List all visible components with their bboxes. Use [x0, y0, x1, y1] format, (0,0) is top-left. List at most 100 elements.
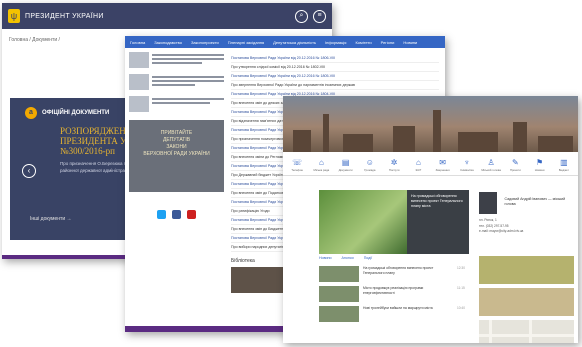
mayor-name: Садовий Андрій Іванович — міський голова: [504, 197, 566, 206]
service-label: Послуги: [388, 168, 400, 172]
tab[interactable]: Події: [364, 256, 372, 260]
menu-icon[interactable]: ≡: [313, 9, 326, 23]
service-label: Міський голова: [481, 168, 501, 172]
list-item[interactable]: Місто продовжує реалізацію програми енер…: [319, 286, 469, 302]
emblem-icon: ♆: [463, 158, 470, 167]
services-icon-row: ☏ Телефон ⌂ Міська рада ▤ Документи ☺ Громада ✲ П…: [283, 152, 578, 176]
news-title[interactable]: На громадські обговорення винесено проек…: [363, 266, 453, 275]
mayor-card: Садовий Андрій Іванович — міський голова…: [479, 192, 575, 235]
tab[interactable]: Новини: [319, 256, 332, 260]
nav-item[interactable]: Інформація: [325, 40, 346, 45]
document-icon: ▤: [341, 158, 350, 167]
list-item[interactable]: Постанова Верховної Ради України від 20.…: [231, 72, 439, 81]
site-header: ψ ПРЕЗИДЕНТ УКРАЇНИ ⌕ ≡: [2, 3, 332, 29]
banner-text: ПРИВІТАЙТЕ: [160, 130, 193, 136]
nav-item[interactable]: Головна: [130, 40, 145, 45]
service-shortcut[interactable]: ✲ Послуги: [384, 158, 404, 172]
prev-arrow-icon[interactable]: ‹: [22, 164, 36, 178]
service-label: ЖКГ: [415, 168, 422, 172]
news-thumbnail[interactable]: [129, 74, 149, 90]
list-item[interactable]: Про звернення Верховної Ради України до …: [231, 81, 439, 90]
nav-item[interactable]: Законопроекти: [191, 40, 219, 45]
city-panorama-banner: [283, 96, 578, 152]
phone-icon: ☏: [292, 158, 303, 167]
more-documents-link[interactable]: Інші документи →: [30, 216, 72, 222]
featured-photo[interactable]: [319, 190, 407, 254]
left-column: ПРИВІТАЙТЕ ДЕПУТАТІВ ЗАКОНИ ВЕРХОВНОЇ РАДИ …: [125, 48, 228, 326]
service-label: Звернення: [435, 168, 450, 172]
contact-line: e-mail: mayor@city-adm.lviv.ua: [479, 229, 524, 233]
service-shortcut[interactable]: ⌂ ЖКГ: [408, 158, 428, 172]
list-item[interactable]: Нові тролейбуси вийшли на маршрути міста…: [319, 306, 469, 322]
news-tabs: Новини Анонси Події: [319, 256, 372, 260]
news-thumbnail[interactable]: [129, 52, 149, 68]
service-label: Проекти: [509, 168, 521, 172]
service-shortcut[interactable]: ☏ Телефон: [287, 158, 307, 172]
social-links: [129, 210, 224, 219]
news-thumbnail[interactable]: [319, 266, 359, 282]
right-sidebar: [479, 256, 574, 343]
library-photo[interactable]: [231, 267, 286, 293]
chart-icon: ▥: [560, 158, 568, 167]
service-shortcut[interactable]: ♙ Міський голова: [481, 158, 501, 172]
promo-widget[interactable]: [479, 256, 574, 284]
trident-logo-icon: ψ: [8, 9, 20, 23]
promo-widget[interactable]: [479, 288, 574, 316]
panel-title: ОФІЦІЙНІ ДОКУМЕНТИ: [42, 110, 110, 116]
news-list: На громадські обговорення винесено проек…: [319, 266, 469, 326]
banner-text: ЗАКОНИ: [166, 144, 187, 150]
news-title[interactable]: Нові тролейбуси вийшли на маршрути міста: [363, 306, 453, 311]
tools-icon: ✎: [512, 158, 519, 167]
flag-icon: ⚑: [536, 158, 544, 167]
service-label: Документи: [338, 168, 353, 172]
youtube-icon[interactable]: [187, 210, 196, 219]
service-shortcut[interactable]: ☺ Громада: [360, 158, 380, 172]
mail-icon: ✉: [439, 158, 446, 167]
list-item[interactable]: Постанова Верховної Ради України від 20.…: [231, 54, 439, 63]
person-icon: ♙: [487, 158, 495, 167]
city-map[interactable]: [479, 320, 574, 343]
city-site-screenshot: ☏ Телефон ⌂ Міська рада ▤ Документи ☺ Громада ✲ П…: [283, 96, 578, 343]
nav-item[interactable]: Пленарні засідання: [228, 40, 264, 45]
library-block: Бібліотека: [231, 258, 291, 297]
nav-item[interactable]: Законодавство: [154, 40, 182, 45]
search-icon[interactable]: ⌕: [295, 9, 308, 23]
site-title: ПРЕЗИДЕНТ УКРАЇНИ: [25, 12, 104, 20]
nav-item[interactable]: Комітети: [355, 40, 371, 45]
service-label: Новини: [534, 168, 545, 172]
people-icon: ☺: [365, 158, 374, 167]
gear-icon: ✲: [390, 158, 398, 167]
nav-item[interactable]: Регіони: [381, 40, 395, 45]
news-title[interactable]: Місто продовжує реалізацію програми енер…: [363, 286, 453, 295]
news-thumbnail[interactable]: [319, 286, 359, 302]
banner-text: ДЕПУТАТІВ: [162, 137, 191, 143]
news-date: 12:30: [457, 266, 465, 270]
featured-headline[interactable]: На громадські обговорення винесено проек…: [411, 194, 465, 209]
nav-item[interactable]: Новини: [403, 40, 417, 45]
news-thumbnail[interactable]: [319, 306, 359, 322]
service-shortcut[interactable]: ♆ Символіка: [457, 158, 477, 172]
service-shortcut[interactable]: ⌂ Міська рада: [311, 158, 331, 172]
news-date: 10:40: [457, 306, 465, 310]
twitter-icon[interactable]: [157, 210, 166, 219]
building-icon: ⌂: [318, 158, 324, 167]
facebook-icon[interactable]: [172, 210, 181, 219]
service-label: Міська рада: [313, 168, 330, 172]
list-item[interactable]: Про утворення слідчої комісії від 20.12.…: [231, 63, 439, 72]
service-shortcut[interactable]: ✉ Звернення: [433, 158, 453, 172]
nav-item[interactable]: Депутатська діяльність: [273, 40, 316, 45]
top-nav: Головна Законодавство Законопроекти Пленарн…: [125, 36, 445, 48]
home-icon: ⌂: [415, 158, 421, 167]
news-thumbnail[interactable]: [129, 96, 149, 112]
tab[interactable]: Анонси: [342, 256, 354, 260]
banner-text: ВЕРХОВНОЇ РАДИ УКРАЇНИ: [143, 151, 210, 157]
service-shortcut[interactable]: ▥ Бюджет: [554, 158, 574, 172]
library-title: Бібліотека: [231, 258, 255, 264]
service-shortcut[interactable]: ▤ Документи: [336, 158, 356, 172]
promo-banner[interactable]: ПРИВІТАЙТЕ ДЕПУТАТІВ ЗАКОНИ ВЕРХОВНОЇ РАДИ …: [129, 120, 224, 192]
service-shortcut[interactable]: ✎ Проекти: [505, 158, 525, 172]
featured-news[interactable]: На громадські обговорення винесено проек…: [319, 190, 469, 254]
list-item[interactable]: На громадські обговорення винесено проек…: [319, 266, 469, 282]
service-label: Символіка: [460, 168, 474, 172]
service-shortcut[interactable]: ⚑ Новини: [530, 158, 550, 172]
